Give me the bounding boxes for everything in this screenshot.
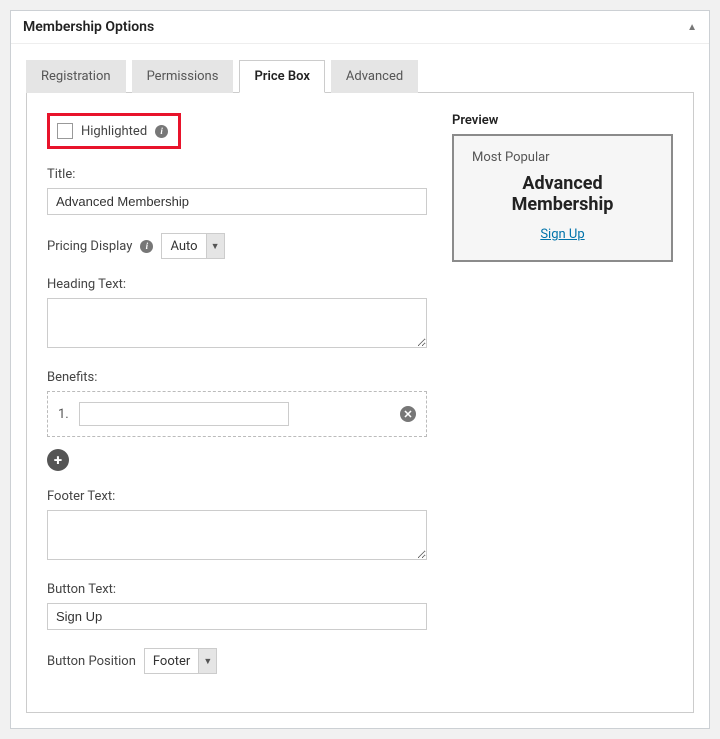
tab-permissions[interactable]: Permissions: [132, 60, 234, 93]
benefits-number: 1.: [58, 407, 69, 422]
button-text-input[interactable]: [47, 603, 427, 630]
benefits-input[interactable]: [79, 402, 289, 426]
button-position-value: Footer: [145, 654, 198, 669]
panel-body: Registration Permissions Price Box Advan…: [11, 44, 709, 728]
benefits-item: 1. ✕: [47, 391, 427, 437]
chevron-down-icon: ▼: [206, 234, 224, 258]
preview-label: Preview: [452, 113, 673, 128]
pricing-display-label: Pricing Display: [47, 239, 132, 254]
preview-tag: Most Popular: [472, 150, 653, 165]
button-text-label: Button Text:: [47, 582, 427, 597]
membership-options-panel: Membership Options ▲ Registration Permis…: [10, 10, 710, 729]
benefits-label: Benefits:: [47, 370, 427, 385]
tab-registration[interactable]: Registration: [26, 60, 126, 93]
preview-box: Most Popular Advanced Membership Sign Up: [452, 134, 673, 262]
chevron-down-icon: ▼: [198, 649, 216, 673]
pricing-display-select[interactable]: Auto ▼: [161, 233, 224, 259]
tab-price-box[interactable]: Price Box: [239, 60, 324, 93]
preview-title: Advanced Membership: [472, 173, 653, 215]
highlighted-field: Highlighted i: [47, 113, 181, 149]
panel-header: Membership Options ▲: [11, 11, 709, 44]
info-icon[interactable]: i: [155, 125, 168, 138]
heading-text-label: Heading Text:: [47, 277, 427, 292]
tabs: Registration Permissions Price Box Advan…: [26, 59, 694, 92]
button-position-label: Button Position: [47, 654, 136, 669]
button-position-select[interactable]: Footer ▼: [144, 648, 217, 674]
remove-benefit-icon[interactable]: ✕: [400, 406, 416, 422]
preview-signup-link[interactable]: Sign Up: [472, 227, 653, 242]
info-icon[interactable]: i: [140, 240, 153, 253]
preview-column: Preview Most Popular Advanced Membership…: [452, 113, 673, 692]
heading-text-input[interactable]: [47, 298, 427, 348]
footer-text-input[interactable]: [47, 510, 427, 560]
highlighted-label: Highlighted: [81, 124, 147, 139]
title-input[interactable]: [47, 188, 427, 215]
highlighted-checkbox[interactable]: [57, 123, 73, 139]
panel-title: Membership Options: [23, 19, 154, 35]
tab-content: Highlighted i Title: Pricing Display i A…: [26, 92, 694, 713]
pricing-display-value: Auto: [162, 239, 205, 254]
tab-advanced[interactable]: Advanced: [331, 60, 418, 93]
footer-text-label: Footer Text:: [47, 489, 427, 504]
form-column: Highlighted i Title: Pricing Display i A…: [47, 113, 427, 692]
collapse-toggle-icon[interactable]: ▲: [687, 22, 697, 33]
title-label: Title:: [47, 167, 427, 182]
add-benefit-button[interactable]: +: [47, 449, 69, 471]
